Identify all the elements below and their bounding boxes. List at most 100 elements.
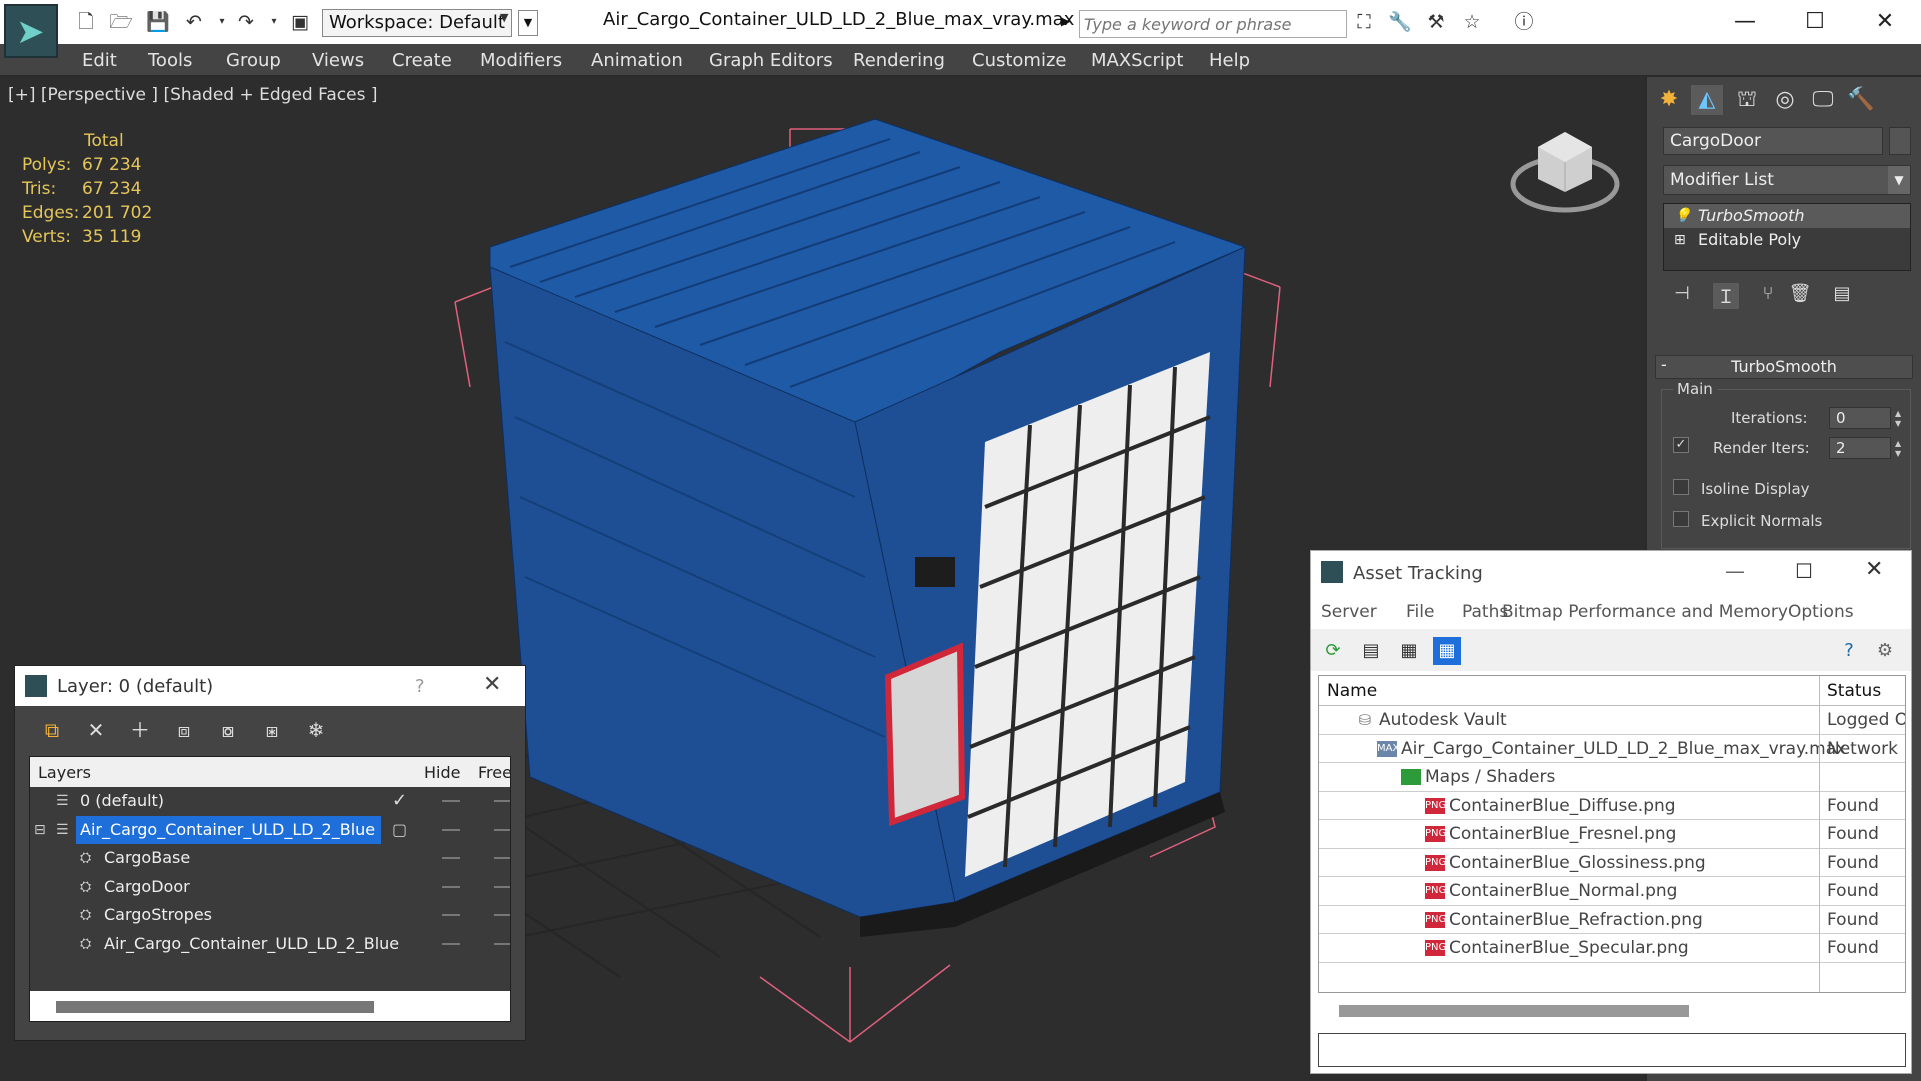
asset-row[interactable]: Maps / Shaders bbox=[1319, 763, 1905, 792]
layer-row[interactable]: ⊟ ☰ Air_Cargo_Container_ULD_LD_2_Blue ▢ bbox=[30, 815, 510, 845]
isoline-display-checkbox[interactable] bbox=[1673, 479, 1689, 495]
menu-modifiers[interactable]: Modifiers bbox=[480, 50, 562, 71]
binoculars-icon[interactable]: ⛶ bbox=[1352, 11, 1376, 33]
help-button[interactable]: ? bbox=[415, 676, 425, 697]
column-header-freeze[interactable]: Free bbox=[478, 763, 510, 782]
redo-icon[interactable]: ↷ bbox=[234, 11, 258, 33]
undo-dropdown-icon[interactable]: ▾ bbox=[210, 11, 234, 33]
close-button[interactable]: ✕ bbox=[483, 672, 501, 697]
menu-maxscript[interactable]: MAXScript bbox=[1091, 50, 1183, 71]
explicit-normals-checkbox[interactable] bbox=[1673, 511, 1689, 527]
table-view-icon[interactable]: ▦ bbox=[1433, 637, 1461, 665]
close-button[interactable]: ✕ bbox=[1860, 4, 1910, 40]
layer-row[interactable]: ☰ 0 (default) ✓ bbox=[30, 787, 510, 816]
layer-row[interactable]: ⛭ Air_Cargo_Container_ULD_LD_2_Blue bbox=[30, 930, 510, 959]
column-header-hide[interactable]: Hide bbox=[424, 763, 460, 782]
refresh-icon[interactable]: ⟳ bbox=[1319, 637, 1347, 665]
undo-icon[interactable]: ↶ bbox=[182, 11, 206, 33]
tools-icon[interactable]: ⚒ bbox=[1424, 11, 1448, 33]
column-header-status[interactable]: Status bbox=[1827, 681, 1881, 701]
configure-sets-icon[interactable]: ▤ bbox=[1829, 283, 1855, 309]
render-iters-spinner[interactable]: 2 bbox=[1829, 437, 1891, 459]
horizontal-scrollbar[interactable] bbox=[1339, 1005, 1689, 1017]
column-divider[interactable] bbox=[1819, 676, 1820, 992]
save-file-icon[interactable]: 💾 bbox=[146, 11, 170, 33]
rollout-header-turbosmooth[interactable]: TurboSmooth bbox=[1655, 355, 1913, 379]
modify-tab-icon[interactable]: ◭ bbox=[1691, 85, 1723, 115]
new-file-icon[interactable]: 🗋 bbox=[74, 11, 98, 33]
menu-graph-editors[interactable]: Graph Editors bbox=[709, 50, 833, 71]
chevron-down-icon[interactable]: ▼ bbox=[1888, 166, 1910, 194]
chevron-down-icon[interactable]: ▼ bbox=[500, 11, 508, 24]
help-context-icon[interactable]: ⚙ bbox=[1871, 637, 1899, 665]
spinner-arrows-icon[interactable]: ▲ ▼ bbox=[1895, 409, 1905, 429]
star-icon[interactable]: ☆ bbox=[1460, 11, 1484, 33]
help-icon[interactable]: ? bbox=[1835, 637, 1863, 665]
hierarchy-tab-icon[interactable]: ⛫ bbox=[1731, 85, 1763, 115]
asset-row[interactable]: PNG ContainerBlue_Normal.png Found bbox=[1319, 877, 1905, 906]
menu-views[interactable]: Views bbox=[312, 50, 364, 71]
motion-tab-icon[interactable]: ◎ bbox=[1769, 85, 1801, 115]
create-tab-icon[interactable]: ✸ bbox=[1653, 85, 1685, 115]
iterations-spinner[interactable]: 0 bbox=[1829, 407, 1891, 429]
horizontal-scrollbar[interactable] bbox=[56, 1001, 374, 1013]
active-check-icon[interactable]: ✓ bbox=[392, 787, 407, 815]
search-input[interactable] bbox=[1079, 10, 1347, 38]
lightbulb-icon[interactable]: 💡 bbox=[1674, 204, 1691, 228]
current-layer-box-icon[interactable]: ▢ bbox=[392, 816, 407, 844]
workspace-dropdown[interactable]: Workspace: Default bbox=[322, 9, 512, 37]
minimize-button[interactable]: — bbox=[1720, 4, 1770, 40]
menu-animation[interactable]: Animation bbox=[591, 50, 683, 71]
asset-path-field[interactable] bbox=[1318, 1033, 1906, 1067]
pin-stack-icon[interactable]: ⊣ bbox=[1669, 283, 1695, 309]
menu-server[interactable]: Server bbox=[1321, 602, 1377, 622]
maximize-button[interactable]: ☐ bbox=[1795, 559, 1813, 583]
display-tab-icon[interactable]: 🖵 bbox=[1807, 85, 1839, 115]
expand-plus-icon[interactable]: ⊞ bbox=[1674, 228, 1686, 252]
remove-modifier-icon[interactable]: 🗑 bbox=[1787, 283, 1813, 309]
freeze-all-icon[interactable]: ❄ bbox=[301, 716, 331, 744]
close-button[interactable]: ✕ bbox=[1865, 557, 1883, 582]
column-header-name[interactable]: Name bbox=[1327, 681, 1377, 701]
modifier-list-dropdown[interactable]: Modifier List ▼ bbox=[1663, 165, 1911, 195]
asset-row[interactable]: ⛁ Autodesk Vault Logged O bbox=[1319, 706, 1905, 735]
make-unique-icon[interactable]: ⑂ bbox=[1755, 283, 1781, 309]
asset-row[interactable]: PNG ContainerBlue_Diffuse.png Found bbox=[1319, 792, 1905, 820]
object-name-field[interactable]: CargoDoor bbox=[1663, 127, 1883, 155]
asset-row[interactable]: MAX Air_Cargo_Container_ULD_LD_2_Blue_ma… bbox=[1319, 735, 1905, 763]
object-color-swatch[interactable] bbox=[1889, 127, 1911, 155]
menu-bitmap-performance[interactable]: Bitmap Performance and Memory bbox=[1502, 602, 1788, 622]
redo-dropdown-icon[interactable]: ▾ bbox=[262, 11, 286, 33]
column-header-layers[interactable]: Layers bbox=[38, 763, 91, 782]
menu-customize[interactable]: Customize bbox=[972, 50, 1066, 71]
stack-item-editable-poly[interactable]: ⊞ Editable Poly bbox=[1664, 228, 1910, 252]
minimize-button[interactable]: — bbox=[1725, 559, 1745, 583]
layer-dialog-title-bar[interactable]: Layer: 0 (default) ? ✕ bbox=[15, 666, 525, 706]
hide-all-icon[interactable]: ⧆ bbox=[257, 716, 287, 744]
menu-rendering[interactable]: Rendering bbox=[853, 50, 945, 71]
viewport-label[interactable]: [+] [Perspective ] [Shaded + Edged Faces… bbox=[8, 85, 377, 105]
select-objects-icon[interactable]: ⧈ bbox=[169, 716, 199, 744]
delete-icon[interactable]: ✕ bbox=[81, 716, 111, 744]
utilities-tab-icon[interactable]: 🔨 bbox=[1845, 85, 1877, 115]
asset-row[interactable]: PNG ContainerBlue_Specular.png Found bbox=[1319, 934, 1905, 963]
collapse-minus-icon[interactable]: - bbox=[1661, 355, 1667, 374]
thumbnail-view-icon[interactable]: ▦ bbox=[1395, 637, 1423, 665]
spinner-arrows-icon[interactable]: ▲ ▼ bbox=[1895, 439, 1905, 459]
help-icon[interactable]: ⓘ bbox=[1512, 11, 1536, 33]
menu-group[interactable]: Group bbox=[226, 50, 281, 71]
maximize-button[interactable]: ☐ bbox=[1790, 4, 1840, 40]
menu-file[interactable]: File bbox=[1406, 602, 1434, 622]
menu-create[interactable]: Create bbox=[392, 50, 452, 71]
stack-item-turbosmooth[interactable]: 💡 TurboSmooth bbox=[1664, 204, 1910, 228]
list-view-icon[interactable]: ▤ bbox=[1357, 637, 1385, 665]
show-end-result-icon[interactable]: Ｉ bbox=[1713, 283, 1739, 309]
menu-help[interactable]: Help bbox=[1209, 50, 1250, 71]
asset-row[interactable]: PNG ContainerBlue_Refraction.png Found bbox=[1319, 906, 1905, 934]
layer-row[interactable]: ⛭ CargoStropes bbox=[30, 901, 510, 930]
add-icon[interactable]: ＋ bbox=[125, 716, 155, 744]
collapse-minus-icon[interactable]: ⊟ bbox=[34, 816, 46, 844]
menu-options[interactable]: Options bbox=[1788, 602, 1854, 622]
open-file-icon[interactable]: 🗁 bbox=[109, 11, 133, 33]
app-logo[interactable]: ➤ bbox=[4, 4, 58, 58]
